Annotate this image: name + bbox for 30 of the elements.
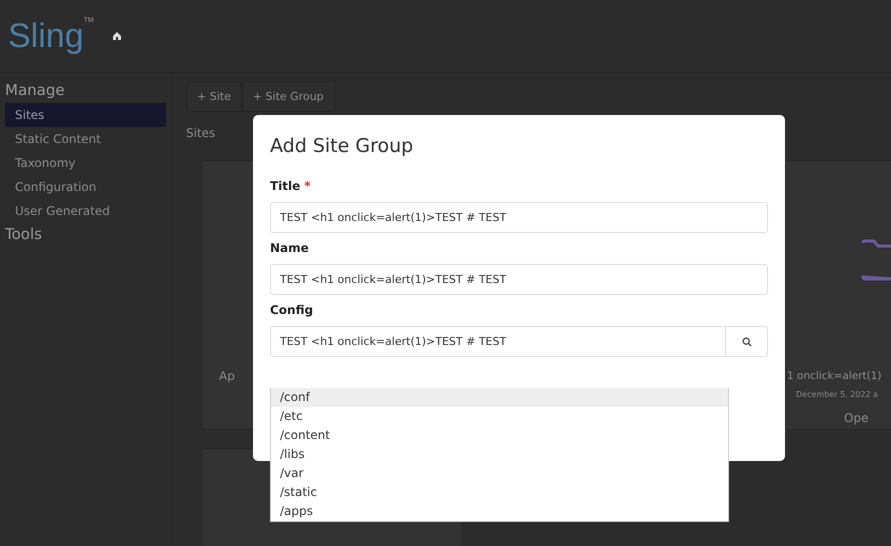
dropdown-option[interactable]: /conf (271, 388, 728, 407)
field-label: Name (270, 241, 310, 255)
sidebar-heading: Manage (5, 80, 66, 101)
dropdown-option[interactable]: /content (271, 426, 728, 445)
input-field[interactable]: TEST <h1 onclick=alert(1)>TEST # TEST (270, 202, 768, 233)
dropdown-option[interactable]: /libs (271, 445, 728, 464)
input-field[interactable]: TEST <h1 onclick=alert(1)>TEST # TEST (270, 264, 768, 295)
toolbar-button[interactable]: + Site (186, 81, 242, 112)
sidebar-item[interactable]: Configuration (5, 175, 166, 199)
sidebar-item[interactable]: Sites (5, 103, 166, 127)
sidebar-item[interactable]: User Generated (5, 199, 166, 223)
breadcrumb: Sites (186, 126, 216, 140)
card-title: 1 onclick=alert(1) (787, 370, 882, 382)
logo[interactable]: Sling$^{TM}$ (8, 16, 94, 56)
card-date: December 5, 2022 a (796, 390, 878, 399)
site-card[interactable]: 1 onclick=alert(1) December 5, 2022 a Ope (785, 160, 891, 430)
dropdown-option[interactable]: /static (271, 483, 728, 502)
open-link[interactable]: Ope (844, 411, 868, 425)
card-title: Ap (219, 369, 235, 383)
input-field[interactable]: TEST <h1 onclick=alert(1)>TEST # TEST (270, 326, 726, 357)
toolbar-button[interactable]: + Site Group (242, 81, 335, 112)
dropdown-option[interactable]: /apps (271, 502, 728, 521)
field-label: Title * (270, 179, 312, 193)
dropdown-option[interactable]: /etc (271, 407, 728, 426)
sidebar-item[interactable]: Static Content (5, 127, 166, 151)
dropdown-option[interactable]: /var (271, 464, 728, 483)
field-label: Config (270, 303, 314, 317)
sidebar-item[interactable]: Taxonomy (5, 151, 166, 175)
dialog-title: Add Site Group (270, 135, 414, 157)
sidebar-heading: Tools (5, 224, 43, 245)
